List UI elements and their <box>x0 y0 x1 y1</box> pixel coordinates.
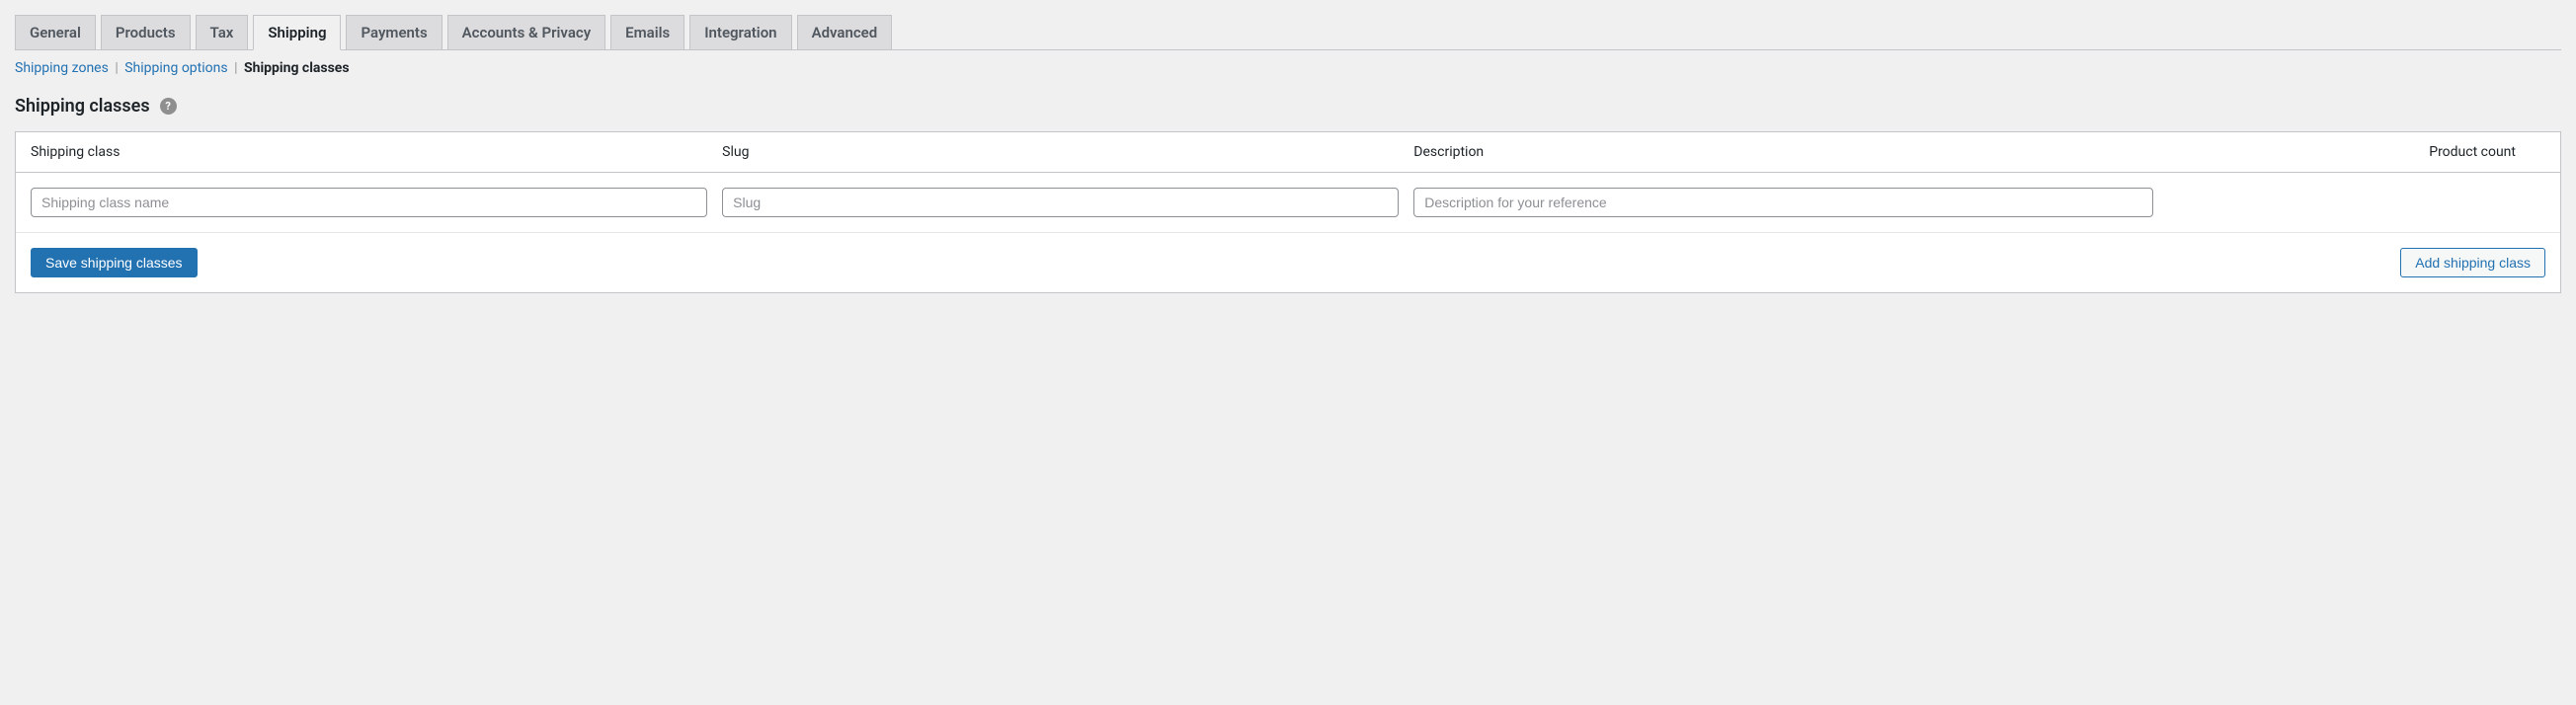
column-header-shipping-class: Shipping class <box>31 144 722 160</box>
table-footer: Save shipping classes Add shipping class <box>16 233 2560 292</box>
subnav-shipping-classes: Shipping classes <box>244 60 350 76</box>
tab-accounts-privacy[interactable]: Accounts & Privacy <box>447 15 606 50</box>
shipping-class-name-input[interactable] <box>31 188 707 217</box>
shipping-subnav: Shipping zones | Shipping options | Ship… <box>15 60 2561 76</box>
settings-tabs: General Products Tax Shipping Payments A… <box>15 15 2561 50</box>
subnav-separator: | <box>115 60 121 76</box>
subnav-shipping-zones[interactable]: Shipping zones <box>15 60 109 76</box>
shipping-classes-table: Shipping class Slug Description Product … <box>15 131 2561 293</box>
tab-general[interactable]: General <box>15 15 96 50</box>
description-input[interactable] <box>1413 188 2153 217</box>
page-title: Shipping classes <box>15 96 150 117</box>
slug-input[interactable] <box>722 188 1399 217</box>
subnav-shipping-options[interactable]: Shipping options <box>124 60 227 76</box>
column-header-slug: Slug <box>722 144 1413 160</box>
tab-payments[interactable]: Payments <box>346 15 442 50</box>
tab-shipping[interactable]: Shipping <box>253 15 341 50</box>
column-header-description: Description <box>1413 144 2168 160</box>
add-shipping-class-button[interactable]: Add shipping class <box>2400 248 2545 277</box>
tab-tax[interactable]: Tax <box>196 15 249 50</box>
table-header-row: Shipping class Slug Description Product … <box>16 132 2560 173</box>
column-header-product-count: Product count <box>2168 144 2545 160</box>
tab-products[interactable]: Products <box>101 15 191 50</box>
tab-emails[interactable]: Emails <box>610 15 684 50</box>
table-row <box>16 173 2560 233</box>
tab-integration[interactable]: Integration <box>689 15 791 50</box>
subnav-separator: | <box>234 60 241 76</box>
help-icon[interactable]: ? <box>160 98 177 115</box>
tab-advanced[interactable]: Advanced <box>797 15 893 50</box>
save-shipping-classes-button[interactable]: Save shipping classes <box>31 248 198 277</box>
